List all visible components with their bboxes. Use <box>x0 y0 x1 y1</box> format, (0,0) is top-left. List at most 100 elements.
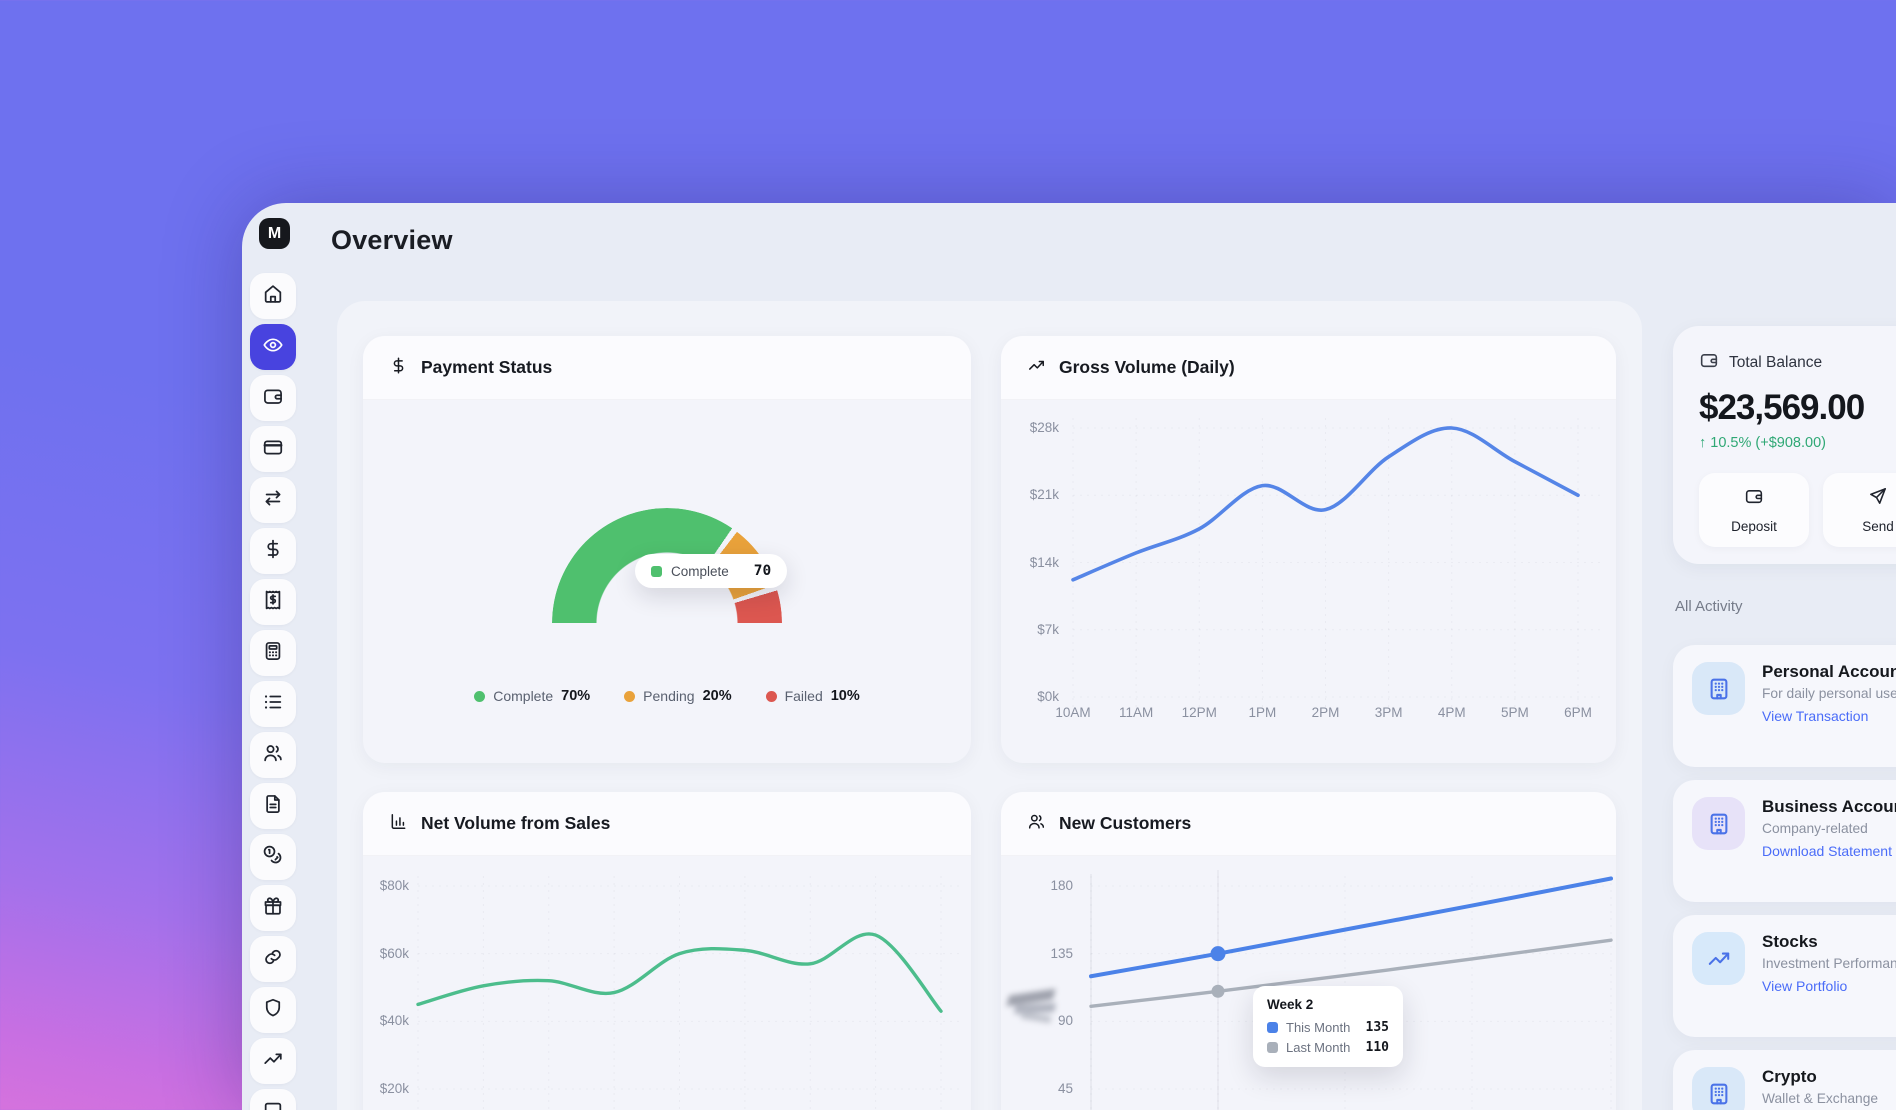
x-axis-label: 6PM <box>1552 704 1604 722</box>
x-axis-label: 3PM <box>1363 704 1415 722</box>
send-button[interactable]: Send <box>1823 473 1896 547</box>
sidebar-item-link[interactable] <box>250 936 296 982</box>
legend-label: Complete <box>493 688 553 704</box>
dollar-sign-icon <box>262 538 284 565</box>
wallet-icon <box>1744 486 1764 511</box>
gross-volume-header: Gross Volume (Daily) <box>1001 336 1616 400</box>
tooltip-row: Last Month 110 <box>1267 1040 1389 1055</box>
legend-item-failed: Failed 10% <box>766 688 860 704</box>
balance-header: Total Balance <box>1699 350 1896 375</box>
coins-icon <box>262 844 284 871</box>
tooltip-swatch <box>651 566 662 577</box>
action-label: Deposit <box>1731 519 1777 534</box>
building-icon <box>1692 662 1745 715</box>
balance-actions: Deposit Send <box>1699 473 1896 547</box>
total-balance-card: Total Balance $23,569.00 ↑ 10.5% (+$908.… <box>1673 326 1896 564</box>
legend-value: 10% <box>831 688 860 704</box>
bar-chart-icon <box>389 812 408 836</box>
balance-change: ↑ 10.5% (+$908.00) <box>1699 435 1896 451</box>
payment-status-chart-area: Complete 70 Complete 70% Pending 20% Failed 1… <box>363 400 971 763</box>
x-axis-label: 12PM <box>1173 704 1225 722</box>
dashboard-content: Payment Status Complete 70 Complete70%Pe… <box>337 301 1642 1110</box>
y-axis-label: $60k <box>369 945 409 963</box>
card-payment-status: Payment Status Complete 70 Complete70%Pe… <box>363 336 971 763</box>
activity-text: Personal Account For daily personal use Vi… <box>1762 662 1896 750</box>
y-axis-label: $21k <box>1015 486 1059 504</box>
activity-item-crypto[interactable]: CryptoWallet & ExchangeView Wallet <box>1673 1050 1896 1110</box>
legend-dot <box>624 691 635 702</box>
action-label: Send <box>1862 519 1894 534</box>
sidebar-item-dollar-sign[interactable] <box>250 528 296 574</box>
trending-up-icon <box>1027 356 1046 380</box>
y-axis-label: 180 <box>1029 877 1073 895</box>
legend-item-pending: Pending 20% <box>624 688 731 704</box>
activity-desc: Investment Performance <box>1762 956 1896 971</box>
card-title: New Customers <box>1059 813 1191 834</box>
dollar-icon <box>389 356 408 380</box>
sidebar-item-wallet[interactable] <box>250 375 296 421</box>
activity-link[interactable]: View Transaction <box>1762 708 1896 724</box>
activity-title: Personal Account <box>1762 662 1896 682</box>
tooltip-value: 70 <box>754 563 771 579</box>
sidebar-item-gift[interactable] <box>250 885 296 931</box>
y-axis-label: $28k <box>1015 419 1059 437</box>
gauge-legend: Complete 70% Pending 20% Failed 10% <box>363 688 971 704</box>
x-axis-label: 4PM <box>1426 704 1478 722</box>
y-axis-label: $14k <box>1015 554 1059 572</box>
card-title: Net Volume from Sales <box>421 813 610 834</box>
activity-desc: For daily personal use <box>1762 686 1896 701</box>
calculator-icon <box>262 640 284 667</box>
sidebar-item-trending-up[interactable] <box>250 1038 296 1084</box>
legend-value: 70% <box>561 688 590 704</box>
tooltip-value: 110 <box>1366 1040 1389 1055</box>
deposit-button[interactable]: Deposit <box>1699 473 1809 547</box>
credit-card-icon <box>262 436 284 463</box>
building-icon <box>1692 1067 1745 1110</box>
app-logo: M <box>259 218 290 249</box>
activity-list: Personal Account For daily personal use Vi… <box>1673 645 1896 1110</box>
y-axis-label: $40k <box>369 1012 409 1030</box>
x-axis-label: 1PM <box>1236 704 1288 722</box>
activity-text: Business AccountCompany-relatedDownload … <box>1762 797 1896 885</box>
users-icon <box>262 742 284 769</box>
sidebar-item-home[interactable] <box>250 273 296 319</box>
trending-up-icon <box>1692 932 1745 985</box>
users-icon <box>1027 812 1046 836</box>
sidebar-item-list[interactable] <box>250 681 296 727</box>
sidebar-item-transfers[interactable] <box>250 477 296 523</box>
sidebar-item-shield[interactable] <box>250 987 296 1033</box>
y-axis-label: $80k <box>369 877 409 895</box>
net-volume-chart-area: $80k$60k$40k$20k <box>363 856 971 1110</box>
sidebar-item-credit-card[interactable] <box>250 426 296 472</box>
sidebar-item-receipt[interactable] <box>250 579 296 625</box>
tooltip-label: Last Month <box>1286 1040 1350 1055</box>
sidebar-item-calculator[interactable] <box>250 630 296 676</box>
activity-item-stocks[interactable]: StocksInvestment PerformanceView Portfol… <box>1673 915 1896 1037</box>
sidebar-item-file-text[interactable] <box>250 783 296 829</box>
activity-text: StocksInvestment PerformanceView Portfol… <box>1762 932 1896 1020</box>
x-axis-label: 5PM <box>1489 704 1541 722</box>
sidebar-item-users[interactable] <box>250 732 296 778</box>
activity-link[interactable]: View Portfolio <box>1762 978 1896 994</box>
chart-tooltip: Week 2 This Month 135 Last Month 110 <box>1253 986 1403 1067</box>
legend-value: 20% <box>703 688 732 704</box>
all-activity-heading: All Activity <box>1675 598 1743 615</box>
wallet-icon <box>1699 350 1719 375</box>
sidebar-item-eye[interactable] <box>250 324 296 370</box>
tooltip-title: Week 2 <box>1267 997 1389 1012</box>
activity-item-business-account[interactable]: Business AccountCompany-relatedDownload … <box>1673 780 1896 902</box>
file-text-icon <box>262 793 284 820</box>
gift-icon <box>262 895 284 922</box>
y-axis-label: 135 <box>1029 945 1073 963</box>
activity-desc: Company-related <box>1762 821 1896 836</box>
card-new-customers: New Customers Week 2 This Month 135 Last… <box>1001 792 1616 1110</box>
legend-label: Pending <box>643 688 694 704</box>
sidebar-item-coins[interactable] <box>250 834 296 880</box>
sidebar-item-monitor[interactable] <box>250 1089 296 1110</box>
new-customers-header: New Customers <box>1001 792 1616 856</box>
activity-item-personal-account[interactable]: Personal Account For daily personal use Vi… <box>1673 645 1896 767</box>
monitor-icon <box>262 1099 284 1110</box>
legend-label: Failed <box>785 688 823 704</box>
tooltip-value: 135 <box>1366 1020 1389 1035</box>
activity-link[interactable]: Download Statement <box>1762 843 1896 859</box>
